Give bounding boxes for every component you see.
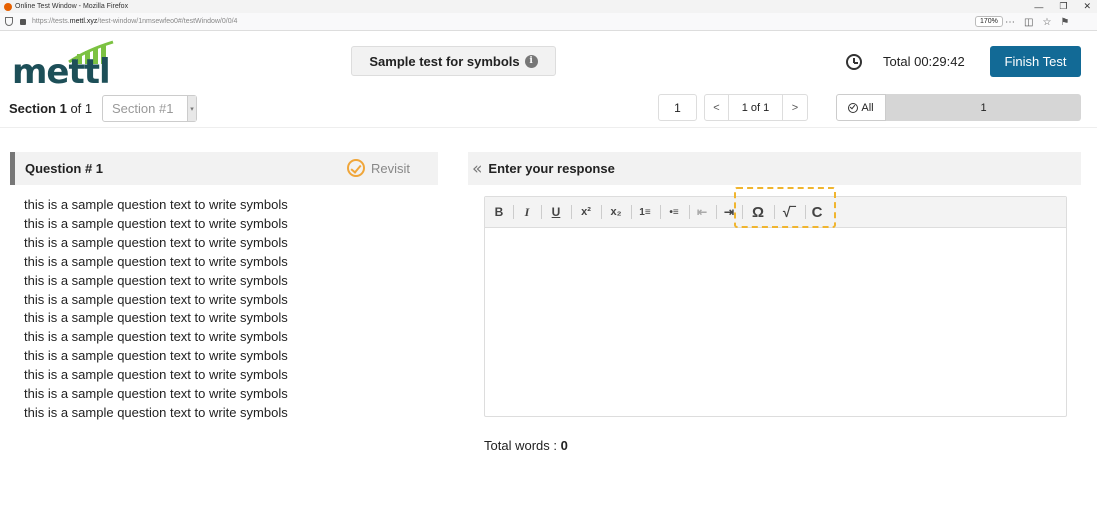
response-header: « Enter your response: [468, 152, 1081, 185]
chevron-down-icon[interactable]: ▾: [187, 96, 196, 121]
toolbar-divider: [689, 205, 690, 219]
section-select[interactable]: Section #1 ▾: [102, 95, 197, 122]
prev-page-button[interactable]: <: [704, 94, 729, 121]
next-page-button[interactable]: >: [782, 94, 808, 121]
zoom-level[interactable]: 170%: [975, 16, 1003, 27]
filter-all-button[interactable]: All: [836, 94, 886, 121]
check-circle-icon: [848, 102, 859, 113]
url-text[interactable]: https://tests.mettl.xyz/test-window/1nms…: [32, 18, 237, 25]
superscript-button[interactable]: x²: [576, 203, 596, 221]
response-editor: B I U x² x₂ 1≡ •≡ ⇤ ⇥ Ω √‾ C: [484, 196, 1067, 417]
window-title: Online Test Window - Mozilla Firefox: [15, 3, 129, 10]
bullet-list-button[interactable]: •≡: [664, 203, 684, 221]
toolbar-divider: [716, 205, 717, 219]
question-line: this is a sample question text to write …: [24, 272, 288, 288]
toolbar-divider: [631, 205, 632, 219]
page-indicator: 1 of 1: [729, 94, 782, 121]
window-titlebar: Online Test Window - Mozilla Firefox: [0, 0, 1097, 13]
more-icon[interactable]: ⋯: [1005, 17, 1015, 28]
info-icon[interactable]: i: [524, 54, 538, 68]
question-line: this is a sample question text to write …: [24, 291, 288, 307]
question-line: this is a sample question text to write …: [24, 386, 288, 402]
toolbar-divider: [571, 205, 572, 219]
maximize-icon[interactable]: ❐: [1059, 1, 1067, 12]
section-label: Section 1 of 1: [9, 101, 93, 116]
close-icon[interactable]: ✕: [1083, 1, 1091, 12]
question-line: this is a sample question text to write …: [24, 234, 288, 250]
question-nav-item[interactable]: 1: [886, 94, 1081, 121]
url-bar-icons: ⋯ ◫ ☆ ⚑: [1005, 14, 1069, 30]
star-icon[interactable]: ☆: [1042, 17, 1051, 28]
clock-icon: [846, 54, 862, 70]
question-line: this is a sample question text to write …: [24, 329, 288, 345]
revisit-button[interactable]: Revisit: [347, 157, 410, 179]
firefox-icon: [4, 2, 12, 11]
question-line: this is a sample question text to write …: [24, 253, 288, 269]
lock-icon[interactable]: [20, 18, 26, 25]
window-controls: — ❐ ✕: [1034, 0, 1091, 13]
toolbar-divider: [541, 205, 542, 219]
question-text: this is a sample question text to write …: [24, 196, 424, 423]
bold-button[interactable]: B: [491, 203, 507, 221]
header-divider: [0, 127, 1097, 128]
underline-button[interactable]: U: [548, 203, 564, 221]
outdent-button[interactable]: ⇤: [693, 203, 711, 221]
pocket-icon[interactable]: ◫: [1024, 17, 1033, 28]
question-line: this is a sample question text to write …: [24, 215, 288, 231]
finish-test-button[interactable]: Finish Test: [990, 46, 1081, 77]
extension-icon[interactable]: ⚑: [1060, 17, 1069, 28]
question-line: this is a sample question text to write …: [24, 310, 288, 326]
toolbar-divider: [601, 205, 602, 219]
url-bar[interactable]: https://tests.mettl.xyz/test-window/1nms…: [0, 13, 1097, 31]
question-number-input[interactable]: 1: [658, 94, 697, 121]
question-line: this is a sample question text to write …: [24, 404, 288, 420]
question-line: this is a sample question text to write …: [24, 197, 288, 212]
toolbar-divider: [660, 205, 661, 219]
collapse-icon[interactable]: «: [472, 160, 482, 177]
minimize-icon[interactable]: —: [1034, 2, 1043, 12]
mettl-logo: mettl: [12, 40, 114, 92]
subscript-button[interactable]: x₂: [606, 203, 626, 221]
response-textarea[interactable]: [485, 228, 1066, 416]
revisit-icon: [347, 159, 365, 177]
toolbar-divider: [513, 205, 514, 219]
timer: Total 00:29:42: [883, 54, 965, 69]
numbered-list-button[interactable]: 1≡: [635, 203, 655, 221]
logo-text: mettl: [12, 52, 111, 92]
symbol-tools-highlight: [734, 187, 836, 228]
word-count: Total words : 0: [484, 438, 568, 453]
question-pager: 1 < 1 of 1 >: [658, 94, 808, 121]
shield-icon[interactable]: [5, 17, 13, 26]
question-line: this is a sample question text to write …: [24, 367, 288, 383]
italic-button[interactable]: I: [519, 203, 535, 221]
test-title: Sample test for symbols i: [351, 46, 556, 76]
question-line: this is a sample question text to write …: [24, 348, 288, 364]
